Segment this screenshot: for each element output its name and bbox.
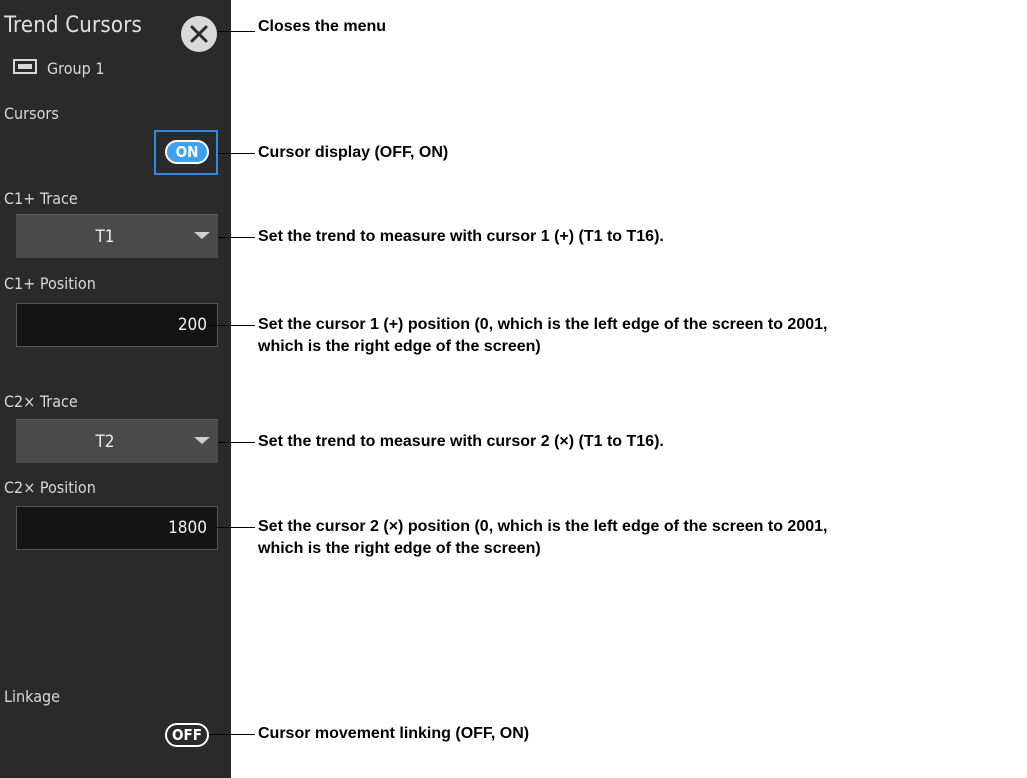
caret-down-icon (194, 232, 210, 239)
c1-position-value: 200 (177, 315, 207, 335)
annotation-c1-position-1: Set the cursor 1 (+) position (0, which … (258, 316, 828, 333)
annotation-c1-position-2: which is the right edge of the screen) (258, 338, 541, 355)
c1-trace-value: T1 (95, 227, 115, 247)
close-icon (190, 25, 208, 43)
leader-line (217, 31, 255, 32)
leader-line (218, 442, 255, 443)
cursors-label: Cursors (4, 104, 59, 123)
c1-trace-dropdown[interactable]: T1 (16, 214, 218, 258)
c1-position-label: C1+ Position (4, 274, 96, 293)
c2-trace-dropdown[interactable]: T2 (16, 419, 218, 463)
annotation-c2-position-2: which is the right edge of the screen) (258, 540, 541, 557)
leader-line (206, 325, 255, 326)
menu-title: Trend Cursors (4, 13, 143, 38)
annotation-c2-position-1: Set the cursor 2 (×) position (0, which … (258, 518, 828, 535)
c2-position-label: C2× Position (4, 478, 96, 497)
annotation-close: Closes the menu (258, 18, 387, 35)
c2-trace-value: T2 (95, 432, 115, 452)
annotation-c2-trace: Set the trend to measure with cursor 2 (… (258, 433, 664, 450)
linkage-label: Linkage (4, 687, 61, 706)
cursors-toggle[interactable]: ON (165, 140, 209, 164)
group-display-icon (13, 59, 37, 74)
leader-line (209, 734, 255, 735)
close-button[interactable] (181, 16, 217, 52)
linkage-toggle[interactable]: OFF (165, 723, 209, 747)
c1-trace-label: C1+ Trace (4, 189, 78, 208)
leader-line (217, 527, 255, 528)
caret-down-icon (194, 437, 210, 444)
trend-cursors-menu: Trend Cursors Group 1 Cursors ON C1+ Tra… (0, 0, 231, 778)
c2-position-field[interactable]: 1800 (16, 506, 218, 550)
c2-trace-label: C2× Trace (4, 392, 78, 411)
c1-position-field[interactable]: 200 (16, 303, 218, 347)
annotation-cursor-display: Cursor display (OFF, ON) (258, 144, 449, 161)
annotation-c1-trace: Set the trend to measure with cursor 1 (… (258, 228, 664, 245)
c2-position-value: 1800 (168, 518, 207, 538)
leader-line (218, 237, 255, 238)
group-label: Group 1 (47, 59, 105, 78)
leader-line (218, 153, 255, 154)
annotation-linkage: Cursor movement linking (OFF, ON) (258, 725, 530, 742)
